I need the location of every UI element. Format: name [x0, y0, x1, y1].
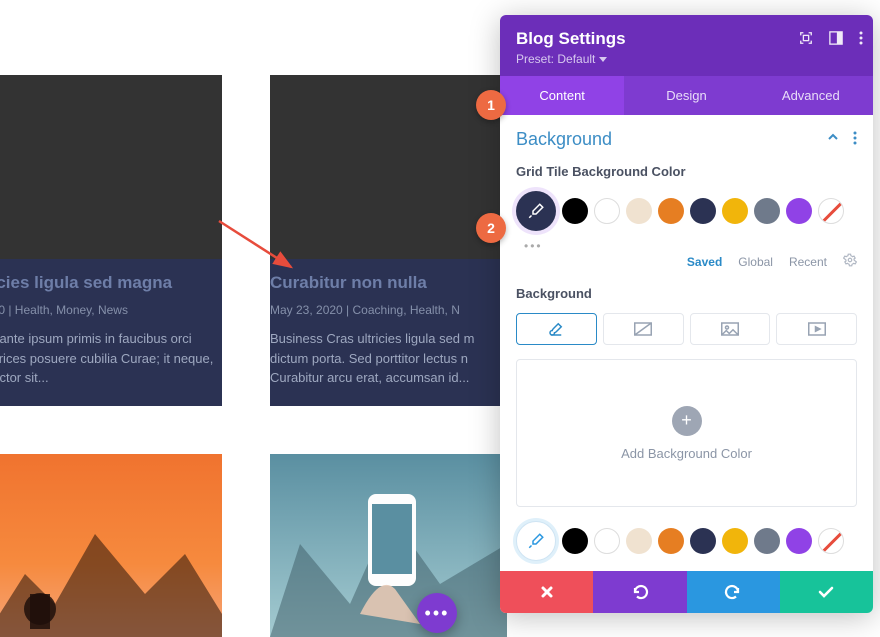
card-title[interactable]: Curabitur non nulla	[270, 273, 507, 293]
color-swatch[interactable]	[722, 528, 748, 554]
undo-button[interactable]	[593, 571, 686, 613]
color-swatch[interactable]	[626, 198, 652, 224]
color-swatch-transparent[interactable]	[818, 528, 844, 554]
color-swatch[interactable]	[722, 198, 748, 224]
more-swatches-icon[interactable]: •••	[524, 239, 857, 253]
settings-tabs: Content Design Advanced	[500, 76, 873, 115]
color-swatch[interactable]	[786, 198, 812, 224]
card-meta: May 23, 2020 | Coaching, Health, N	[270, 303, 507, 317]
color-swatch[interactable]	[658, 528, 684, 554]
panel-footer	[500, 571, 873, 613]
tab-design[interactable]: Design	[624, 76, 748, 115]
color-swatch[interactable]	[690, 198, 716, 224]
grid-tile-bg-label: Grid Tile Background Color	[516, 164, 857, 179]
color-swatch[interactable]	[594, 528, 620, 554]
color-swatch[interactable]	[594, 198, 620, 224]
blog-settings-panel: Blog Settings Preset: Default Content De…	[500, 15, 873, 613]
blog-card[interactable]	[0, 454, 222, 637]
panel-header: Blog Settings Preset: Default	[500, 15, 873, 76]
color-swatch[interactable]	[786, 528, 812, 554]
card-thumbnail	[270, 454, 507, 637]
card-excerpt: Business Cras ultricies ligula sed m dic…	[270, 329, 507, 388]
color-swatch[interactable]	[658, 198, 684, 224]
bg-type-gradient[interactable]	[603, 313, 684, 345]
tab-advanced[interactable]: Advanced	[749, 76, 873, 115]
color-swatch[interactable]	[754, 528, 780, 554]
color-swatch[interactable]	[626, 528, 652, 554]
card-meta: 020 | Health, Money, News	[0, 303, 222, 317]
bg-type-image[interactable]	[690, 313, 771, 345]
save-button[interactable]	[780, 571, 873, 613]
step-marker-1: 1	[476, 90, 506, 120]
tab-content[interactable]: Content	[500, 76, 624, 115]
palette-tab-saved[interactable]: Saved	[687, 255, 722, 269]
add-bg-label: Add Background Color	[621, 446, 752, 461]
redo-button[interactable]	[687, 571, 780, 613]
section-more-icon[interactable]	[853, 131, 857, 148]
color-picker-button[interactable]	[516, 521, 556, 561]
card-thumbnail	[270, 75, 507, 259]
background-type-tabs	[516, 313, 857, 345]
cancel-button[interactable]	[500, 571, 593, 613]
module-options-fab[interactable]: •••	[417, 593, 457, 633]
step-marker-2: 2	[476, 213, 506, 243]
plus-icon: +	[672, 406, 702, 436]
card-thumbnail	[0, 454, 222, 637]
card-thumbnail	[0, 75, 222, 259]
card-excerpt: m ante ipsum primis in faucibus orci ult…	[0, 329, 222, 388]
caret-down-icon	[599, 57, 607, 62]
color-swatch[interactable]	[690, 528, 716, 554]
collapse-icon[interactable]	[827, 131, 839, 148]
palette-tab-global[interactable]: Global	[738, 255, 773, 269]
color-swatch[interactable]	[754, 198, 780, 224]
palette-tab-recent[interactable]: Recent	[789, 255, 827, 269]
color-swatch-transparent[interactable]	[818, 198, 844, 224]
preset-selector[interactable]: Preset: Default	[516, 52, 857, 66]
layout-icon[interactable]	[829, 31, 843, 48]
color-swatch[interactable]	[562, 198, 588, 224]
more-icon[interactable]	[859, 31, 863, 48]
color-picker-button[interactable]	[516, 191, 556, 231]
color-swatches	[516, 191, 857, 231]
blog-card[interactable]	[270, 454, 507, 637]
blog-card[interactable]: Curabitur non nulla May 23, 2020 | Coach…	[270, 75, 507, 406]
color-swatch[interactable]	[562, 528, 588, 554]
gear-icon[interactable]	[843, 253, 857, 270]
expand-icon[interactable]	[799, 31, 813, 48]
card-title[interactable]: ricies ligula sed magna	[0, 273, 222, 293]
add-background-color[interactable]: + Add Background Color	[516, 359, 857, 507]
bg-type-color[interactable]	[516, 313, 597, 345]
bg-type-video[interactable]	[776, 313, 857, 345]
background-label: Background	[516, 286, 857, 301]
blog-card[interactable]: ricies ligula sed magna 020 | Health, Mo…	[0, 75, 222, 406]
color-swatches-secondary	[516, 521, 857, 561]
section-title[interactable]: Background	[516, 129, 612, 150]
